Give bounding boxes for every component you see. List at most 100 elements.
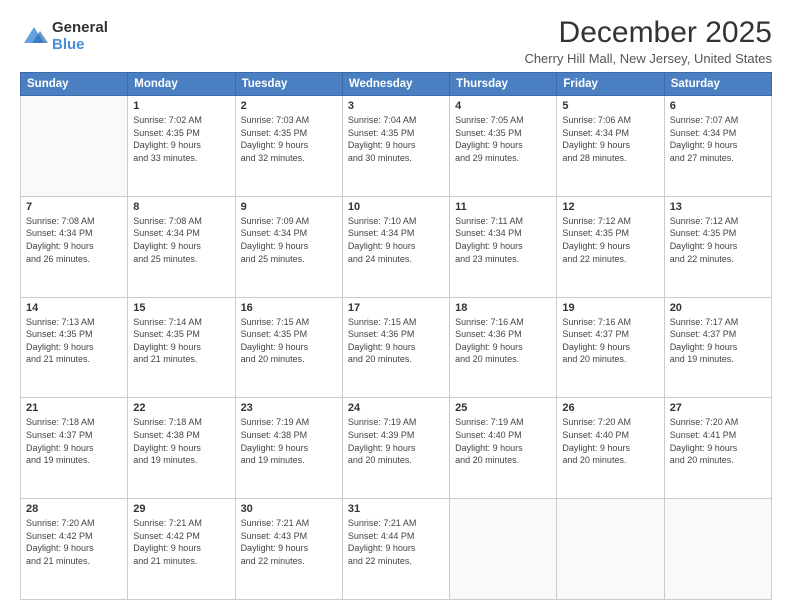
col-header-thursday: Thursday <box>450 73 557 96</box>
day-info: Sunrise: 7:20 AM Sunset: 4:42 PM Dayligh… <box>26 517 122 567</box>
day-info: Sunrise: 7:17 AM Sunset: 4:37 PM Dayligh… <box>670 316 766 366</box>
page: General Blue December 2025 Cherry Hill M… <box>0 0 792 612</box>
calendar-week-row: 14Sunrise: 7:13 AM Sunset: 4:35 PM Dayli… <box>21 297 772 398</box>
day-number: 30 <box>241 503 337 515</box>
calendar-cell: 8 Sunrise: 7:08 AM Sunset: 4:34 PM Daylig… <box>128 196 235 297</box>
calendar-cell: 30 Sunrise: 7:21 AM Sunset: 4:43 PM Dayli… <box>235 499 342 600</box>
col-header-sunday: Sunday <box>21 73 128 96</box>
calendar-cell: 1Sunrise: 7:02 AM Sunset: 4:35 PM Daylig… <box>128 96 235 197</box>
day-number: 13 <box>670 201 766 213</box>
day-info: Sunrise: 7:21 AM Sunset: 4:43 PM Dayligh… <box>241 517 337 567</box>
calendar-cell: 20 Sunrise: 7:17 AM Sunset: 4:37 PM Dayli… <box>664 297 771 398</box>
day-number: 16 <box>241 302 337 314</box>
day-number: 21 <box>26 402 122 414</box>
day-info: Sunrise: 7:12 AM Sunset: 4:35 PM Dayligh… <box>670 215 766 265</box>
day-info: Sunrise: 7:07 AM Sunset: 4:34 PM Dayligh… <box>670 114 766 164</box>
day-info: Sunrise: 7:16 AM Sunset: 4:36 PM Dayligh… <box>455 316 551 366</box>
day-info: Sunrise: 7:21 AM Sunset: 4:42 PM Dayligh… <box>133 517 229 567</box>
day-number: 7 <box>26 201 122 213</box>
calendar-week-row: 28Sunrise: 7:20 AM Sunset: 4:42 PM Dayli… <box>21 499 772 600</box>
day-number: 31 <box>348 503 444 515</box>
col-header-wednesday: Wednesday <box>342 73 449 96</box>
day-info: Sunrise: 7:20 AM Sunset: 4:41 PM Dayligh… <box>670 416 766 466</box>
day-info: Sunrise: 7:14 AM Sunset: 4:35 PM Dayligh… <box>133 316 229 366</box>
day-info: Sunrise: 7:04 AM Sunset: 4:35 PM Dayligh… <box>348 114 444 164</box>
calendar-cell: 9 Sunrise: 7:09 AM Sunset: 4:34 PM Daylig… <box>235 196 342 297</box>
day-number: 2 <box>241 100 337 112</box>
day-info: Sunrise: 7:19 AM Sunset: 4:38 PM Dayligh… <box>241 416 337 466</box>
calendar-cell <box>21 96 128 197</box>
calendar-cell: 19 Sunrise: 7:16 AM Sunset: 4:37 PM Dayli… <box>557 297 664 398</box>
day-info: Sunrise: 7:20 AM Sunset: 4:40 PM Dayligh… <box>562 416 658 466</box>
day-info: Sunrise: 7:10 AM Sunset: 4:34 PM Dayligh… <box>348 215 444 265</box>
title-section: December 2025 Cherry Hill Mall, New Jers… <box>524 16 772 66</box>
day-number: 20 <box>670 302 766 314</box>
calendar-week-row: 21 Sunrise: 7:18 AM Sunset: 4:37 PM Dayli… <box>21 398 772 499</box>
calendar-cell: 12 Sunrise: 7:12 AM Sunset: 4:35 PM Dayli… <box>557 196 664 297</box>
day-info: Sunrise: 7:19 AM Sunset: 4:39 PM Dayligh… <box>348 416 444 466</box>
col-header-monday: Monday <box>128 73 235 96</box>
day-info: Sunrise: 7:16 AM Sunset: 4:37 PM Dayligh… <box>562 316 658 366</box>
day-info: Sunrise: 7:12 AM Sunset: 4:35 PM Dayligh… <box>562 215 658 265</box>
col-header-tuesday: Tuesday <box>235 73 342 96</box>
calendar-cell: 10 Sunrise: 7:10 AM Sunset: 4:34 PM Dayli… <box>342 196 449 297</box>
day-number: 24 <box>348 402 444 414</box>
day-number: 15 <box>133 302 229 314</box>
calendar-week-row: 1Sunrise: 7:02 AM Sunset: 4:35 PM Daylig… <box>21 96 772 197</box>
calendar-cell: 26 Sunrise: 7:20 AM Sunset: 4:40 PM Dayli… <box>557 398 664 499</box>
day-number: 1 <box>133 100 229 112</box>
day-info: Sunrise: 7:08 AM Sunset: 4:34 PM Dayligh… <box>26 215 122 265</box>
day-number: 19 <box>562 302 658 314</box>
header: General Blue December 2025 Cherry Hill M… <box>20 16 772 66</box>
calendar-cell: 2 Sunrise: 7:03 AM Sunset: 4:35 PM Daylig… <box>235 96 342 197</box>
day-info: Sunrise: 7:08 AM Sunset: 4:34 PM Dayligh… <box>133 215 229 265</box>
calendar-cell: 27 Sunrise: 7:20 AM Sunset: 4:41 PM Dayli… <box>664 398 771 499</box>
day-info: Sunrise: 7:09 AM Sunset: 4:34 PM Dayligh… <box>241 215 337 265</box>
day-number: 6 <box>670 100 766 112</box>
day-number: 4 <box>455 100 551 112</box>
calendar-cell: 6 Sunrise: 7:07 AM Sunset: 4:34 PM Daylig… <box>664 96 771 197</box>
day-info: Sunrise: 7:21 AM Sunset: 4:44 PM Dayligh… <box>348 517 444 567</box>
calendar-cell: 11 Sunrise: 7:11 AM Sunset: 4:34 PM Dayli… <box>450 196 557 297</box>
calendar-cell: 3Sunrise: 7:04 AM Sunset: 4:35 PM Daylig… <box>342 96 449 197</box>
day-info: Sunrise: 7:11 AM Sunset: 4:34 PM Dayligh… <box>455 215 551 265</box>
day-number: 10 <box>348 201 444 213</box>
calendar-cell: 22Sunrise: 7:18 AM Sunset: 4:38 PM Dayli… <box>128 398 235 499</box>
calendar-cell <box>664 499 771 600</box>
day-number: 25 <box>455 402 551 414</box>
day-number: 26 <box>562 402 658 414</box>
day-number: 27 <box>670 402 766 414</box>
day-number: 17 <box>348 302 444 314</box>
day-number: 5 <box>562 100 658 112</box>
logo-text: General Blue <box>52 20 108 53</box>
calendar-header-row: SundayMondayTuesdayWednesdayThursdayFrid… <box>21 73 772 96</box>
location: Cherry Hill Mall, New Jersey, United Sta… <box>524 51 772 66</box>
logo-general: General <box>52 20 108 37</box>
day-number: 11 <box>455 201 551 213</box>
day-number: 9 <box>241 201 337 213</box>
calendar-cell: 25Sunrise: 7:19 AM Sunset: 4:40 PM Dayli… <box>450 398 557 499</box>
calendar-cell: 7 Sunrise: 7:08 AM Sunset: 4:34 PM Daylig… <box>21 196 128 297</box>
day-number: 12 <box>562 201 658 213</box>
day-info: Sunrise: 7:13 AM Sunset: 4:35 PM Dayligh… <box>26 316 122 366</box>
day-info: Sunrise: 7:15 AM Sunset: 4:36 PM Dayligh… <box>348 316 444 366</box>
calendar-cell: 28Sunrise: 7:20 AM Sunset: 4:42 PM Dayli… <box>21 499 128 600</box>
day-number: 23 <box>241 402 337 414</box>
calendar-cell: 21 Sunrise: 7:18 AM Sunset: 4:37 PM Dayli… <box>21 398 128 499</box>
day-info: Sunrise: 7:06 AM Sunset: 4:34 PM Dayligh… <box>562 114 658 164</box>
day-info: Sunrise: 7:05 AM Sunset: 4:35 PM Dayligh… <box>455 114 551 164</box>
calendar-cell: 23 Sunrise: 7:19 AM Sunset: 4:38 PM Dayli… <box>235 398 342 499</box>
day-info: Sunrise: 7:18 AM Sunset: 4:37 PM Dayligh… <box>26 416 122 466</box>
calendar-cell <box>557 499 664 600</box>
day-info: Sunrise: 7:15 AM Sunset: 4:35 PM Dayligh… <box>241 316 337 366</box>
calendar-cell: 18 Sunrise: 7:16 AM Sunset: 4:36 PM Dayli… <box>450 297 557 398</box>
month-title: December 2025 <box>524 16 772 49</box>
day-number: 8 <box>133 201 229 213</box>
logo-icon <box>20 23 48 51</box>
day-number: 18 <box>455 302 551 314</box>
calendar-cell: 31 Sunrise: 7:21 AM Sunset: 4:44 PM Dayli… <box>342 499 449 600</box>
col-header-saturday: Saturday <box>664 73 771 96</box>
day-info: Sunrise: 7:18 AM Sunset: 4:38 PM Dayligh… <box>133 416 229 466</box>
day-info: Sunrise: 7:03 AM Sunset: 4:35 PM Dayligh… <box>241 114 337 164</box>
calendar-cell: 17 Sunrise: 7:15 AM Sunset: 4:36 PM Dayli… <box>342 297 449 398</box>
